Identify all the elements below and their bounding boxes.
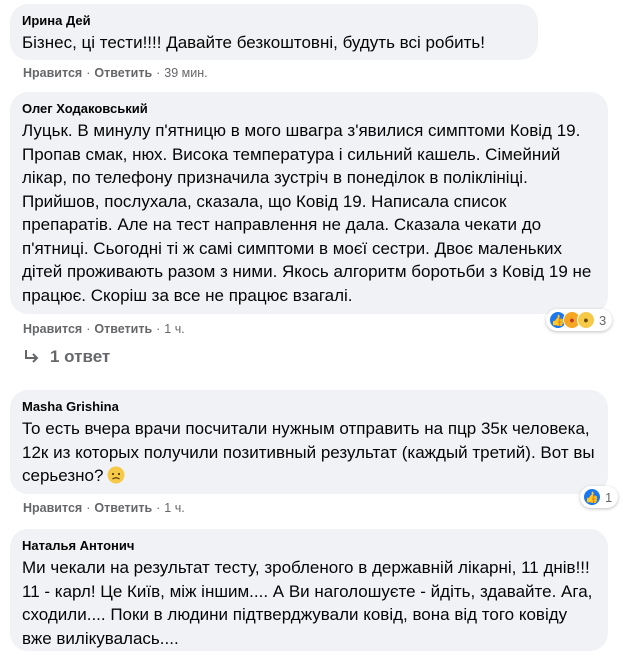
comment-text: Ми чекали на результат тесту, зробленого… — [22, 558, 593, 648]
comment-bubble: Masha Grishina То есть вчера врачи посчи… — [10, 390, 608, 494]
comment-time[interactable]: 39 мин. — [164, 66, 207, 80]
comment-author[interactable]: Олег Ходаковський — [22, 100, 596, 117]
reaction-count: 3 — [599, 312, 607, 328]
comment-actions: Нравится · Ответить · 1 ч. — [23, 501, 185, 515]
comment-time[interactable]: 1 ч. — [164, 501, 184, 515]
comment-time[interactable]: 1 ч. — [164, 322, 184, 336]
comment-text: Бізнес, ці тести!!!! Давайте безкоштовні… — [22, 33, 486, 52]
comment-author[interactable]: Ирина Дей — [22, 12, 526, 29]
sad-icon: ● — [577, 311, 595, 329]
comment-bubble: Ирина Дей Бізнес, ці тести!!!! Давайте б… — [10, 4, 538, 60]
comment-author[interactable]: Наталья Антонич — [22, 537, 596, 554]
view-replies-link[interactable]: 1 ответ — [24, 347, 110, 367]
comment-text: То есть вчера врачи посчитали нужным отп… — [22, 419, 595, 485]
sad-face-emoji-icon — [107, 466, 125, 484]
reactions-summary[interactable]: 👍 ● ● 3 — [546, 309, 613, 331]
like-link[interactable]: Нравится — [23, 501, 82, 515]
comment-actions: Нравится · Ответить · 1 ч. — [23, 322, 185, 336]
reply-link[interactable]: Ответить — [94, 66, 152, 80]
comment-author[interactable]: Masha Grishina — [22, 398, 596, 415]
reply-arrow-icon — [25, 350, 39, 363]
comment-bubble: Наталья Антонич Ми чекали на результат т… — [10, 529, 608, 651]
reply-link[interactable]: Ответить — [94, 322, 152, 336]
comment-bubble: Олег Ходаковський Луцьк. В минулу п'ятни… — [10, 92, 608, 314]
reply-link[interactable]: Ответить — [94, 501, 152, 515]
reaction-count: 1 — [605, 489, 613, 505]
comment-text: Луцьк. В минулу п'ятницю в мого швагра з… — [22, 121, 592, 305]
like-link[interactable]: Нравится — [23, 322, 82, 336]
comment-actions: Нравится · Ответить · 39 мин. — [23, 66, 208, 80]
like-link[interactable]: Нравится — [23, 66, 82, 80]
reactions-summary[interactable]: 👍 1 — [580, 486, 619, 508]
like-icon: 👍 — [583, 488, 601, 506]
replies-count: 1 ответ — [50, 347, 111, 366]
